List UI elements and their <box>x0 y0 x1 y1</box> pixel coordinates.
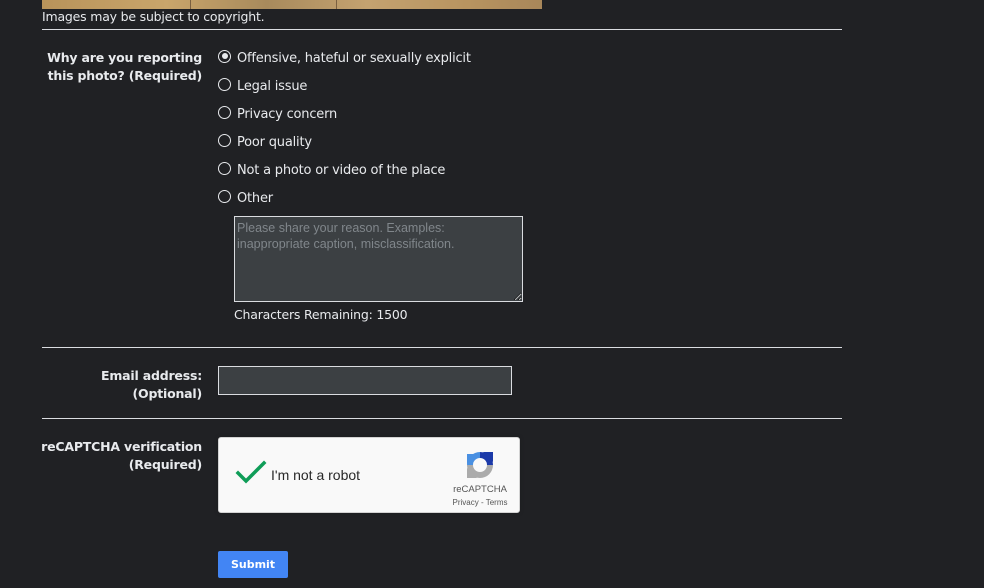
reason-option-offensive[interactable]: Offensive, hateful or sexually explicit <box>218 48 471 68</box>
reason-label-line1: Why are you reporting <box>47 50 202 65</box>
reason-option-label: Poor quality <box>237 134 312 150</box>
reported-photo <box>42 0 542 9</box>
email-field[interactable] <box>218 366 512 395</box>
checkmark-icon[interactable] <box>235 460 267 486</box>
recaptcha-widget: I'm not a robot reCAPTCHA Privacy - Term… <box>218 437 520 513</box>
reason-option-label: Privacy concern <box>237 106 338 122</box>
reason-label-line2: this photo? (Required) <box>47 68 203 83</box>
privacy-link[interactable]: Privacy <box>453 498 479 507</box>
section-divider <box>42 347 842 348</box>
radio-button[interactable] <box>218 133 231 147</box>
characters-remaining: Characters Remaining: 1500 <box>234 307 408 322</box>
section-divider <box>42 29 842 30</box>
reason-option-label: Not a photo or video of the place <box>237 162 446 178</box>
section-divider <box>42 418 842 419</box>
submit-button[interactable]: Submit <box>218 551 288 578</box>
recaptcha-logo-icon <box>467 452 493 478</box>
radio-button[interactable] <box>218 189 231 203</box>
radio-button[interactable] <box>218 77 231 91</box>
reason-textarea[interactable] <box>234 216 523 302</box>
recaptcha-brand: reCAPTCHA <box>453 484 507 495</box>
recaptcha-links: Privacy - Terms <box>441 498 519 507</box>
terms-link[interactable]: Terms <box>486 498 508 507</box>
recaptcha-label-line1: reCAPTCHA verification <box>41 439 202 454</box>
reason-option-label: Other <box>237 190 273 206</box>
reason-option-privacy[interactable]: Privacy concern <box>218 104 337 124</box>
reason-option-legal[interactable]: Legal issue <box>218 76 307 96</box>
report-photo-page: Images may be subject to copyright. Why … <box>0 0 984 588</box>
radio-button-checked[interactable] <box>218 49 231 63</box>
radio-button[interactable] <box>218 161 231 175</box>
email-label-line1: Email address: <box>101 368 202 383</box>
radio-button[interactable] <box>218 105 231 119</box>
recaptcha-checkbox-label[interactable]: I'm not a robot <box>271 467 360 483</box>
recaptcha-label-line2: (Required) <box>128 457 202 472</box>
reason-label: Why are you reporting this photo? (Requi… <box>2 49 202 85</box>
reason-option-other[interactable]: Other <box>218 188 273 208</box>
email-label: Email address: (Optional) <box>2 367 202 403</box>
email-label-line2: (Optional) <box>132 386 203 401</box>
reason-option-label: Offensive, hateful or sexually explicit <box>237 50 471 66</box>
link-separator: - <box>478 498 486 507</box>
copyright-notice: Images may be subject to copyright. <box>42 9 265 24</box>
recaptcha-label: reCAPTCHA verification (Required) <box>2 438 202 474</box>
reason-option-poor-quality[interactable]: Poor quality <box>218 132 312 152</box>
reason-option-not-place[interactable]: Not a photo or video of the place <box>218 160 445 180</box>
reason-option-label: Legal issue <box>237 78 308 94</box>
